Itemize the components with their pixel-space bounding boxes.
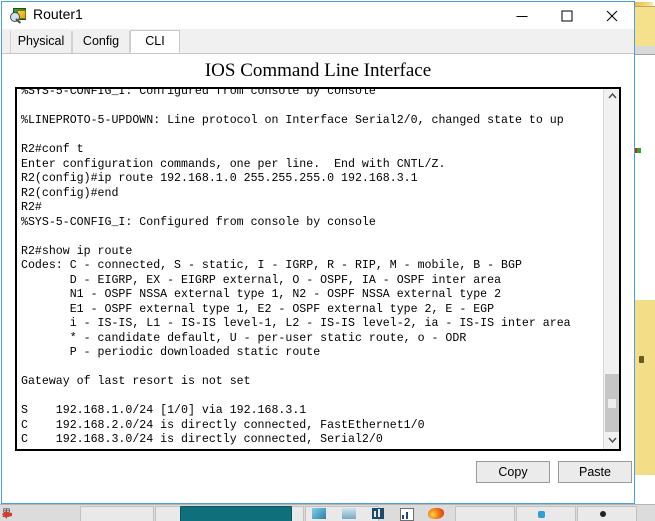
pt-toolbar-divider [633, 46, 655, 55]
copy-button[interactable]: Copy [476, 461, 550, 483]
chevron-down-icon [607, 437, 617, 444]
minimize-icon [516, 15, 527, 17]
scrollbar-grip [608, 399, 616, 408]
close-button[interactable] [589, 2, 634, 29]
pt-toolbar-yellow [633, 6, 655, 48]
tab-physical[interactable]: Physical [10, 31, 72, 53]
packet-tracer-workspace [631, 0, 655, 505]
paste-button[interactable]: Paste [558, 461, 632, 483]
taskbar-app-icon-blue[interactable] [538, 511, 545, 518]
tab-content-cli: IOS Command Line Interface %SYS-5-CONFIG… [2, 54, 634, 503]
taskbar-network-icon[interactable] [312, 508, 326, 519]
taskbar-app-icon-dark[interactable] [600, 511, 606, 517]
cli-terminal-output[interactable]: %SYS-5-CONFIG_I: Configured from console… [17, 89, 605, 449]
taskbar-switch-icon[interactable] [342, 508, 356, 519]
taskbar-button-5[interactable] [455, 506, 515, 521]
maximize-icon [561, 10, 572, 21]
window-title: Router1 [33, 6, 83, 22]
packet-tracer-router-icon [10, 7, 27, 24]
scrollbar-thumb[interactable] [605, 374, 619, 432]
taskbar-button-active[interactable] [180, 506, 292, 521]
taskbar-button-6[interactable] [516, 506, 576, 521]
scroll-down-button[interactable] [604, 433, 619, 449]
tab-strip: Physical Config CLI [2, 29, 634, 54]
cli-terminal-panel: %SYS-5-CONFIG_I: Configured from console… [15, 87, 621, 451]
chevron-up-icon [607, 92, 617, 99]
router-cli-window: Router1 Physical Config CLI IOS Command … [1, 1, 635, 504]
scroll-up-button[interactable] [604, 89, 619, 105]
maximize-button[interactable] [544, 2, 589, 29]
tab-cli[interactable]: CLI [130, 30, 180, 53]
taskbar-button-1[interactable] [80, 506, 154, 521]
page-title: IOS Command Line Interface [204, 60, 432, 81]
taskbar-firefox-icon[interactable] [428, 508, 444, 519]
terminal-scrollbar[interactable] [603, 89, 619, 449]
minimize-button[interactable] [499, 2, 544, 29]
cli-terminal-text: %SYS-5-CONFIG_I: Configured from console… [21, 89, 571, 449]
close-icon [606, 10, 617, 21]
taskbar-button-7[interactable] [577, 506, 637, 521]
windows-taskbar[interactable]: 男 [0, 504, 655, 521]
taskbar-analyzer-icon[interactable] [400, 508, 414, 521]
tab-config[interactable]: Config [72, 31, 130, 53]
taskbar-chart-icon[interactable] [372, 508, 384, 519]
window-titlebar[interactable]: Router1 [2, 2, 634, 29]
pt-side-panel [632, 300, 655, 475]
